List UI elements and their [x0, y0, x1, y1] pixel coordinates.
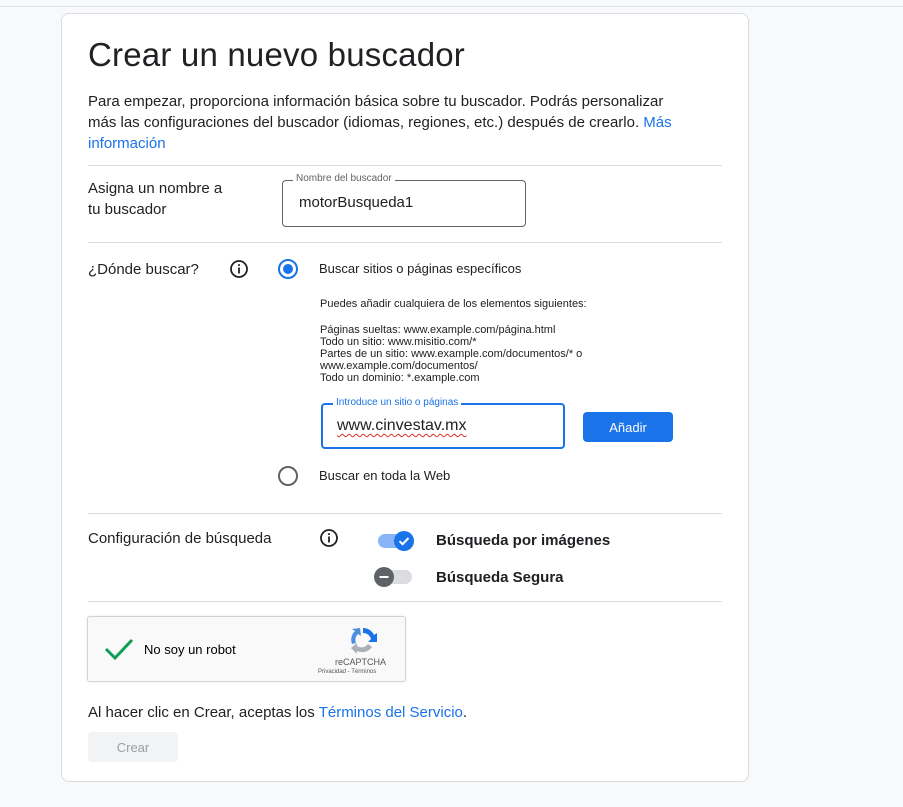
terms-text: Al hacer clic en Crear, aceptas los Térm…: [88, 704, 467, 721]
site-input-field[interactable]: Introduce un sitio o páginas www.cinvest…: [321, 397, 565, 449]
help-line: www.example.com/documentos/: [320, 360, 478, 372]
terms-of-service-link[interactable]: Términos del Servicio: [319, 704, 463, 721]
radio-entire-web[interactable]: [278, 466, 298, 486]
recaptcha-logo-icon: [351, 627, 377, 654]
site-input-label: Introduce un sitio o páginas: [333, 397, 462, 408]
top-divider: [0, 6, 903, 7]
help-line: Todo un dominio: *.example.com: [320, 372, 480, 384]
divider: [88, 242, 722, 243]
option-specific-sites-label[interactable]: Buscar sitios o páginas específicos: [319, 261, 521, 276]
info-icon[interactable]: [229, 259, 249, 279]
page-title: Crear un nuevo buscador: [88, 36, 465, 73]
safe-search-label: Búsqueda Segura: [436, 569, 564, 586]
add-site-button[interactable]: Añadir: [583, 412, 673, 442]
radio-specific-sites[interactable]: [278, 259, 298, 279]
toggle-knob: [374, 567, 394, 587]
divider: [88, 513, 722, 514]
info-icon[interactable]: [319, 528, 339, 548]
engine-name-field[interactable]: Nombre del buscador motorBusqueda1: [282, 173, 526, 227]
terms-suffix: .: [462, 704, 468, 721]
help-line: Todo un sitio: www.misitio.com/*: [320, 336, 477, 348]
toggle-knob: [394, 531, 414, 551]
help-line: Páginas sueltas: www.example.com/página.…: [320, 324, 556, 336]
intro-description: Para empezar, proporciona información bá…: [88, 93, 664, 131]
name-section-label: Asigna un nombre a tu buscador: [88, 180, 223, 218]
site-input-value[interactable]: www.cinvestav.mx: [337, 417, 467, 435]
recaptcha-brand: reCAPTCHA: [335, 657, 387, 667]
create-search-engine-card: Crear un nuevo buscador Para empezar, pr…: [61, 13, 749, 782]
option-entire-web-label[interactable]: Buscar en toda la Web: [319, 468, 450, 483]
sites-help-list: Páginas sueltas: www.example.com/página.…: [320, 324, 660, 384]
image-search-label: Búsqueda por imágenes: [436, 532, 611, 549]
divider: [88, 165, 722, 166]
recaptcha-widget: No soy un robot reCAPTCHA Privacidad - T…: [87, 616, 406, 682]
minus-icon: [379, 576, 389, 578]
sites-help-intro: Puedes añadir cualquiera de los elemento…: [320, 298, 587, 310]
create-button[interactable]: Crear: [88, 732, 178, 762]
where-section-label: ¿Dónde buscar?: [88, 261, 199, 278]
terms-prefix: Al hacer clic en Crear, aceptas los: [88, 704, 315, 721]
config-section-label: Configuración de búsqueda: [88, 530, 272, 547]
engine-name-value[interactable]: motorBusqueda1: [299, 194, 413, 211]
divider: [88, 601, 722, 602]
help-line: Partes de un sitio: www.example.com/docu…: [320, 348, 583, 360]
captcha-label[interactable]: No soy un robot: [144, 642, 236, 657]
checkmark-icon: [398, 537, 410, 546]
checkmark-icon[interactable]: [104, 637, 134, 661]
engine-name-field-label: Nombre del buscador: [293, 173, 395, 184]
recaptcha-footer-links[interactable]: Privacidad - Términos: [318, 669, 376, 675]
intro-text: Para empezar, proporciona información bá…: [88, 91, 688, 154]
